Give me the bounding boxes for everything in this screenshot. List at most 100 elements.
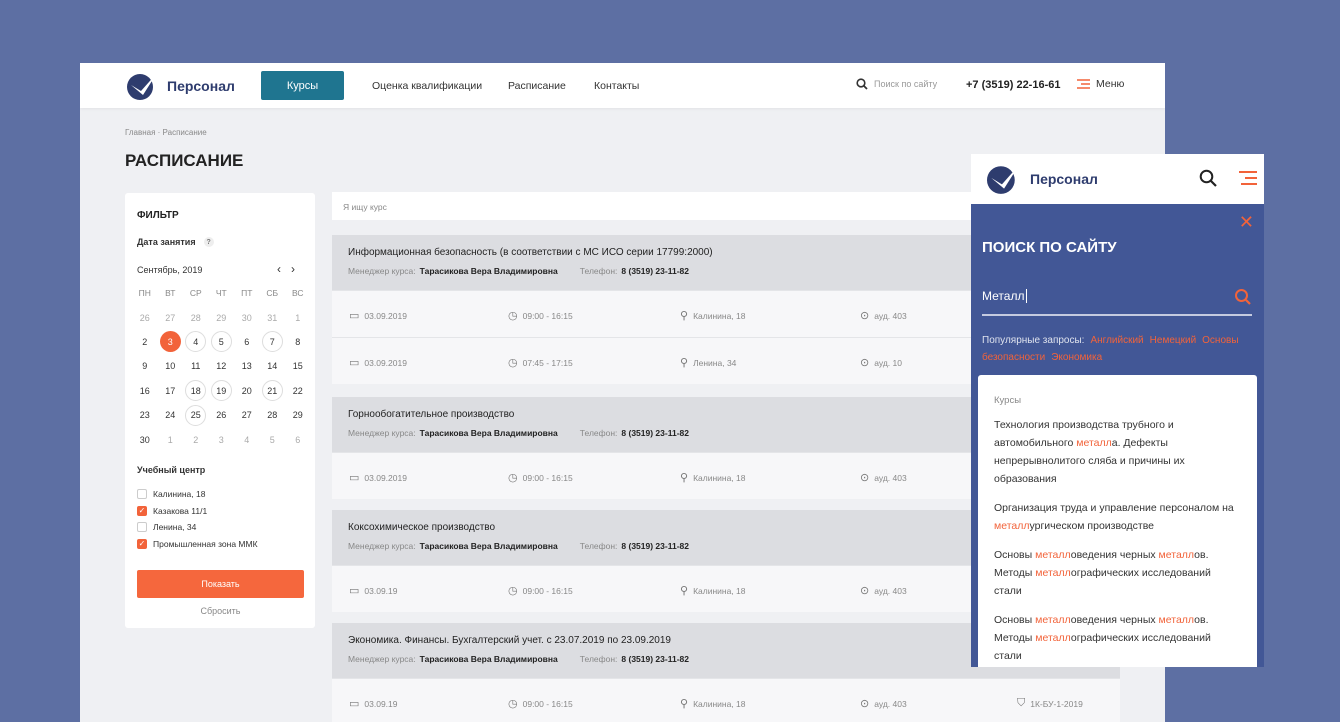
- menu-button[interactable]: Меню: [1077, 78, 1124, 90]
- search-result-item[interactable]: Основы металловедения черных металлов. М…: [994, 546, 1241, 600]
- popular-query-link[interactable]: Английский: [1090, 335, 1143, 346]
- calendar-day[interactable]: 10: [158, 354, 184, 378]
- day-number: 2: [142, 336, 148, 347]
- day-number: 3: [159, 331, 181, 353]
- nav-courses[interactable]: Курсы: [261, 71, 344, 100]
- calendar-day[interactable]: 29: [209, 305, 235, 329]
- search-results: Курсы Технология производства трубного и …: [978, 375, 1257, 667]
- session-row[interactable]: ▭ 03.09.19 ◷ 09:00 - 16:15 ⚲ Калинина, 18 ⊙ ауд…: [332, 678, 1120, 722]
- prev-month-button[interactable]: ‹: [277, 262, 281, 276]
- checkbox-icon[interactable]: [137, 522, 147, 533]
- checkbox-icon[interactable]: ✓: [137, 538, 147, 549]
- location-icon: ⚲: [680, 472, 689, 484]
- search-result-item[interactable]: Основы металловедения черных металлов. М…: [994, 611, 1241, 665]
- calendar-day[interactable]: 25: [183, 403, 209, 427]
- calendar-day[interactable]: 18: [183, 379, 209, 403]
- calendar-day[interactable]: 7: [260, 330, 286, 354]
- session-place: ⚲ Калинина, 18: [680, 309, 746, 322]
- popular-query-link[interactable]: Немецкий: [1150, 335, 1197, 346]
- calendar-day[interactable]: 12: [209, 354, 235, 378]
- calendar-day[interactable]: 16: [132, 379, 158, 403]
- checkbox-icon[interactable]: [137, 489, 147, 500]
- day-number: 6: [244, 336, 250, 347]
- search-placeholder: Поиск по сайту: [874, 79, 938, 89]
- day-number: 10: [165, 361, 176, 372]
- calendar-day[interactable]: 28: [183, 305, 209, 329]
- location-icon: ⚲: [680, 585, 689, 597]
- calendar-day[interactable]: 13: [234, 354, 260, 378]
- calendar-day[interactable]: 2: [132, 330, 158, 354]
- calendar-day[interactable]: 6: [285, 427, 311, 451]
- session-time: ◷ 09:00 - 16:15: [508, 309, 573, 322]
- reset-button[interactable]: Сбросить: [137, 606, 304, 616]
- center-checkbox[interactable]: Ленина, 34: [137, 519, 258, 536]
- checkbox-label: Ленина, 34: [153, 522, 197, 533]
- calendar-day[interactable]: 9: [132, 354, 158, 378]
- calendar-day[interactable]: 27: [158, 305, 184, 329]
- weekday-label: ПН: [138, 288, 151, 299]
- weekday-label: ВТ: [165, 288, 176, 299]
- calendar-day[interactable]: 30: [234, 305, 260, 329]
- calendar-day[interactable]: 5: [209, 330, 235, 354]
- calendar-day[interactable]: 4: [234, 427, 260, 451]
- calendar-day[interactable]: 14: [260, 354, 286, 378]
- next-month-button[interactable]: ›: [291, 262, 295, 276]
- help-icon[interactable]: ?: [203, 237, 214, 247]
- calendar-day[interactable]: 19: [209, 379, 235, 403]
- calendar-day[interactable]: 3: [158, 330, 184, 354]
- calendar-day[interactable]: 1: [158, 427, 184, 451]
- mobile-search-input[interactable]: Металл: [982, 284, 1252, 316]
- calendar-day[interactable]: 21: [260, 379, 286, 403]
- day-number: 11: [191, 361, 201, 372]
- calendar-day[interactable]: 6: [234, 330, 260, 354]
- calendar-day[interactable]: 30: [132, 427, 158, 451]
- clock-icon: ◷: [508, 310, 518, 322]
- calendar-day[interactable]: 20: [234, 379, 260, 403]
- calendar-day[interactable]: 11: [183, 354, 209, 378]
- breadcrumb[interactable]: Главная · Расписание: [125, 128, 207, 137]
- search-result-item[interactable]: Организация труда и управление персонало…: [994, 499, 1241, 535]
- calendar-day[interactable]: 17: [158, 379, 184, 403]
- checkbox-icon[interactable]: ✓: [137, 505, 147, 516]
- manager-label: Менеджер курса:: [348, 654, 416, 664]
- logo[interactable]: Персонал: [125, 71, 235, 101]
- calendar-day[interactable]: 15: [285, 354, 311, 378]
- center-checkbox[interactable]: ✓ Казакова 11/1: [137, 503, 258, 520]
- nav-schedule[interactable]: Расписание: [508, 80, 566, 92]
- calendar-day[interactable]: 3: [209, 427, 235, 451]
- nav-qualification[interactable]: Оценка квалификации: [372, 80, 482, 92]
- calendar-day[interactable]: 2: [183, 427, 209, 451]
- calendar-day[interactable]: 26: [209, 403, 235, 427]
- search-submit-icon[interactable]: [1234, 288, 1252, 306]
- calendar-day[interactable]: 23: [132, 403, 158, 427]
- session-place: ⚲ Калинина, 18: [680, 471, 746, 484]
- calendar-day[interactable]: 31: [260, 305, 286, 329]
- header-phone[interactable]: +7 (3519) 22-16-61: [966, 79, 1060, 91]
- popular-query-link[interactable]: Экономика: [1051, 352, 1102, 363]
- calendar-day[interactable]: 4: [183, 330, 209, 354]
- calendar-day[interactable]: 8: [285, 330, 311, 354]
- calendar-day[interactable]: 27: [234, 403, 260, 427]
- calendar-day[interactable]: 26: [132, 305, 158, 329]
- manager-name: Тарасикова Вера Владимировна: [419, 428, 558, 438]
- day-number: 27: [241, 410, 252, 421]
- menu-icon[interactable]: [1239, 171, 1257, 185]
- calendar-day[interactable]: 1: [285, 305, 311, 329]
- mobile-logo[interactable]: Персонал: [984, 163, 1098, 195]
- calendar-day[interactable]: 22: [285, 379, 311, 403]
- weekday-label: ЧТ: [215, 288, 227, 299]
- search-result-item[interactable]: Технология производства трубного и автом…: [994, 416, 1241, 488]
- show-button[interactable]: Показать: [137, 570, 304, 598]
- calendar-day[interactable]: 24: [158, 403, 184, 427]
- calendar-day[interactable]: 5: [260, 427, 286, 451]
- calendar-day[interactable]: 29: [285, 403, 311, 427]
- nav-contacts[interactable]: Контакты: [594, 80, 639, 92]
- header-search[interactable]: Поиск по сайту: [856, 78, 937, 90]
- close-icon[interactable]: ✕: [1239, 212, 1254, 233]
- course-search-input[interactable]: Я ищу курс: [332, 192, 992, 220]
- search-icon[interactable]: [1199, 169, 1217, 187]
- center-checkbox[interactable]: ✓ Промышленная зона ММК: [137, 536, 258, 553]
- center-checkbox[interactable]: Калинина, 18: [137, 486, 258, 503]
- calendar-day[interactable]: 28: [260, 403, 286, 427]
- day-number: 8: [295, 336, 301, 347]
